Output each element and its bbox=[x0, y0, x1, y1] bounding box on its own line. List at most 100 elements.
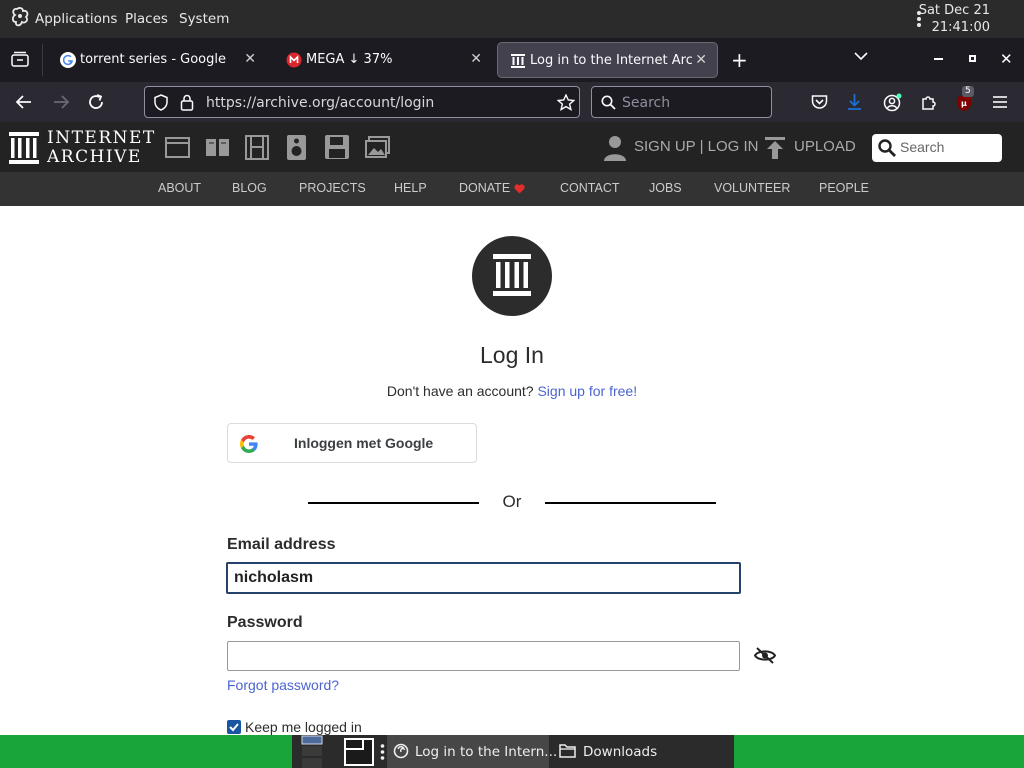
close-icon[interactable]: ✕ bbox=[470, 51, 482, 67]
password-field[interactable] bbox=[227, 641, 740, 671]
close-window-icon[interactable]: ✕ bbox=[1000, 50, 1013, 68]
nav-projects[interactable]: PROJECTS bbox=[299, 181, 366, 195]
software-disk-icon[interactable] bbox=[325, 135, 349, 159]
nav-contact[interactable]: CONTACT bbox=[560, 181, 620, 195]
search-placeholder: Search bbox=[622, 95, 671, 111]
window-list: Log in to the Intern... Downloads bbox=[292, 735, 734, 768]
upload-arrow-icon[interactable] bbox=[765, 137, 785, 159]
applications-menu[interactable]: Applications bbox=[35, 11, 117, 27]
downloads-icon[interactable] bbox=[846, 93, 863, 111]
divider-right bbox=[545, 502, 716, 504]
web-icon[interactable] bbox=[165, 137, 190, 158]
reload-icon[interactable] bbox=[87, 93, 105, 111]
url-bar[interactable]: https://archive.org/account/login bbox=[144, 86, 580, 118]
email-field[interactable] bbox=[226, 562, 741, 594]
back-arrow-icon[interactable] bbox=[15, 94, 33, 110]
ia-wordmark[interactable]: INTERNET ARCHIVE bbox=[47, 129, 156, 167]
images-icon[interactable] bbox=[365, 136, 390, 158]
ia-top-header: INTERNET ARCHIVE SIGN UP | LOG IN UPLOAD bbox=[0, 122, 1024, 172]
ia-search-placeholder: Search bbox=[900, 139, 945, 155]
nav-volunteer[interactable]: VOLUNTEER bbox=[714, 181, 790, 195]
keep-logged-in-checkbox[interactable] bbox=[227, 720, 241, 734]
tab-list-chevron-icon[interactable] bbox=[854, 52, 868, 61]
search-icon bbox=[878, 139, 896, 157]
google-button-label: Inloggen met Google bbox=[294, 435, 434, 451]
ia-logo-icon[interactable] bbox=[9, 132, 39, 164]
hamburger-menu-icon[interactable] bbox=[992, 95, 1008, 109]
user-person-icon[interactable] bbox=[604, 135, 626, 161]
tab-internet-archive[interactable]: Log in to the Internet Archiv ✕ bbox=[497, 42, 718, 78]
signup-login-link[interactable]: SIGN UP | LOG IN bbox=[634, 138, 758, 155]
forgot-password-link[interactable]: Forgot password? bbox=[227, 677, 339, 693]
nav-jobs[interactable]: JOBS bbox=[649, 181, 682, 195]
nav-help[interactable]: HELP bbox=[394, 181, 427, 195]
minimize-icon[interactable] bbox=[934, 58, 943, 60]
extensions-puzzle-icon[interactable] bbox=[920, 93, 938, 111]
email-label: Email address bbox=[227, 536, 336, 553]
maximize-icon[interactable] bbox=[969, 55, 976, 62]
navigation-toolbar: https://archive.org/account/login Search… bbox=[0, 82, 1024, 122]
forward-arrow-icon[interactable] bbox=[52, 94, 70, 110]
taskbar-item-label: Downloads bbox=[583, 744, 658, 760]
show-desktop-icon[interactable] bbox=[344, 738, 374, 766]
google-g-icon bbox=[240, 435, 258, 453]
close-icon[interactable]: ✕ bbox=[695, 52, 707, 68]
tab-google-search[interactable]: torrent series - Google Sear ✕ bbox=[48, 42, 266, 78]
bookmark-star-icon[interactable] bbox=[557, 94, 575, 111]
nav-people[interactable]: PEOPLE bbox=[819, 181, 869, 195]
window-list-handle-icon[interactable] bbox=[380, 744, 385, 760]
tab-divider bbox=[42, 44, 43, 76]
tab-overview-icon[interactable] bbox=[11, 51, 29, 67]
lock-icon[interactable] bbox=[180, 94, 194, 111]
signup-link[interactable]: Sign up for free! bbox=[537, 383, 637, 399]
workspace-switcher-icon[interactable] bbox=[300, 735, 340, 768]
new-tab-plus-icon[interactable]: + bbox=[731, 48, 748, 72]
nav-donate[interactable]: DONATE bbox=[459, 181, 510, 195]
clock-time: 21:41:00 bbox=[931, 20, 990, 35]
places-menu[interactable]: Places bbox=[125, 11, 168, 27]
gnome-foot-icon[interactable] bbox=[11, 7, 31, 29]
google-signin-button[interactable]: Inloggen met Google bbox=[227, 423, 477, 463]
eye-slash-icon[interactable] bbox=[754, 647, 776, 664]
video-film-icon[interactable] bbox=[245, 135, 269, 160]
folder-icon bbox=[559, 744, 576, 758]
tab-title: torrent series - Google Sear bbox=[80, 52, 230, 67]
upload-link[interactable]: UPLOAD bbox=[794, 138, 856, 155]
close-icon[interactable]: ✕ bbox=[244, 51, 256, 67]
url-text[interactable]: https://archive.org/account/login bbox=[206, 95, 434, 111]
taskbar-item-label: Log in to the Intern... bbox=[415, 744, 558, 760]
divider-left bbox=[308, 502, 479, 504]
tab-mega[interactable]: MEGA ↓ 37% ✕ bbox=[274, 42, 492, 78]
donate-heart-icon bbox=[514, 184, 525, 194]
nav-blog[interactable]: BLOG bbox=[232, 181, 267, 195]
clock[interactable]: Sat Dec 21 21:41:00 bbox=[919, 2, 990, 36]
ia-secondary-nav bbox=[0, 172, 1024, 206]
mega-icon bbox=[286, 52, 302, 68]
nav-about[interactable]: ABOUT bbox=[158, 181, 201, 195]
archive-logo-circle bbox=[472, 236, 552, 316]
archive-building-icon bbox=[493, 254, 531, 296]
tab-strip: torrent series - Google Sear ✕ MEGA ↓ 37… bbox=[0, 38, 1024, 82]
clock-date: Sat Dec 21 bbox=[918, 3, 990, 18]
search-icon bbox=[601, 95, 616, 110]
shield-icon[interactable] bbox=[154, 94, 168, 111]
taskbar-firefox-window[interactable]: Log in to the Intern... bbox=[387, 735, 557, 768]
or-separator-text: Or bbox=[502, 492, 522, 511]
pocket-icon[interactable] bbox=[811, 94, 828, 110]
account-icon[interactable] bbox=[883, 93, 902, 112]
firefox-app-icon bbox=[393, 743, 409, 759]
ia-wordmark-line2: ARCHIVE bbox=[47, 147, 142, 167]
archive-icon bbox=[510, 53, 526, 69]
tab-title: Log in to the Internet Archiv bbox=[530, 53, 692, 68]
system-menu[interactable]: System bbox=[179, 11, 229, 27]
browser-search-bar[interactable]: Search bbox=[591, 86, 772, 118]
signup-prompt: Don't have an account? Sign up for free! bbox=[0, 383, 1024, 399]
no-account-text: Don't have an account? bbox=[386, 383, 534, 399]
keep-logged-in-label[interactable]: Keep me logged in bbox=[245, 719, 362, 735]
taskbar-downloads-window[interactable]: Downloads bbox=[553, 735, 733, 768]
svg-text:µ: µ bbox=[961, 99, 967, 108]
texts-book-icon[interactable] bbox=[205, 137, 230, 158]
audio-speaker-icon[interactable] bbox=[287, 135, 306, 160]
ia-search-box[interactable]: Search bbox=[872, 134, 1002, 162]
ia-wordmark-line1: INTERNET bbox=[47, 128, 156, 148]
